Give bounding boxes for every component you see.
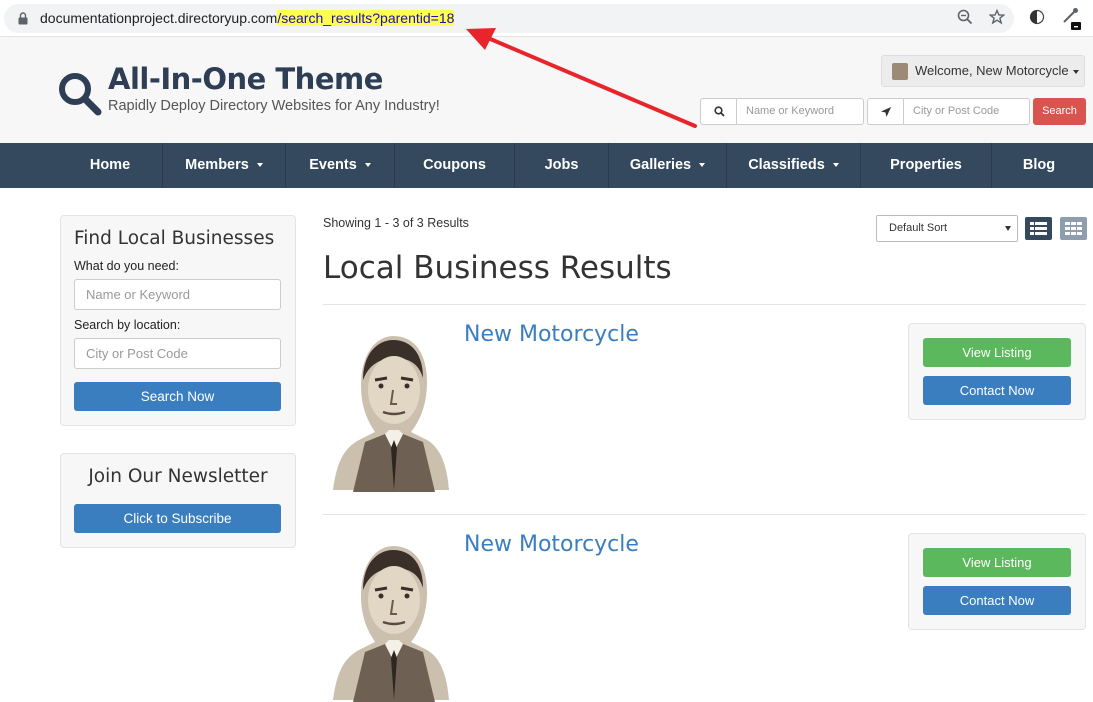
- lock-icon: [18, 12, 28, 25]
- dark-mode-extension-icon[interactable]: [1029, 9, 1045, 25]
- subscribe-button[interactable]: Click to Subscribe: [74, 504, 281, 533]
- list-view-icon: [1030, 222, 1047, 235]
- nav-label: Members: [185, 157, 249, 173]
- chevron-down-icon: [832, 163, 839, 168]
- listing-photo[interactable]: [323, 530, 451, 702]
- nav-coupons[interactable]: Coupons: [395, 143, 514, 188]
- chevron-down-icon: [256, 163, 263, 168]
- url-base: documentationproject.directoryup.com: [40, 10, 278, 26]
- nav-label: Blog: [1022, 157, 1056, 173]
- site-tagline: Rapidly Deploy Directory Websites for An…: [108, 98, 440, 114]
- nav-galleries[interactable]: Galleries: [609, 143, 726, 188]
- welcome-dropdown[interactable]: Welcome, New Motorcycle: [881, 55, 1085, 87]
- nav-home[interactable]: Home: [60, 143, 160, 188]
- header-search-button[interactable]: Search: [1033, 98, 1086, 125]
- chevron-down-icon: [699, 163, 706, 168]
- divider: [323, 514, 1086, 515]
- find-panel-title: Find Local Businesses: [74, 228, 275, 249]
- nav-classifieds[interactable]: Classifieds: [727, 143, 860, 188]
- listing-name[interactable]: New Motorcycle: [464, 322, 639, 347]
- welcome-label: Welcome, New Motorcycle: [915, 63, 1069, 78]
- grid-view-button[interactable]: [1060, 217, 1087, 240]
- contact-now-button[interactable]: Contact Now: [923, 586, 1071, 615]
- site-header: All-In-One Theme Rapidly Deploy Director…: [0, 37, 1093, 143]
- listing-actions: View Listing Contact Now: [908, 533, 1086, 630]
- nav-label: Events: [309, 157, 357, 173]
- location-input[interactable]: City or Post Code: [74, 338, 281, 369]
- nav-properties[interactable]: Properties: [861, 143, 991, 188]
- zoom-icon[interactable]: [957, 9, 973, 25]
- newsletter-panel: Join Our Newsletter Click to Subscribe: [60, 453, 296, 548]
- nav-events[interactable]: Events: [286, 143, 394, 188]
- grid-view-icon: [1065, 222, 1082, 235]
- location-label: Search by location:: [74, 318, 181, 332]
- listing-photo[interactable]: [323, 320, 451, 492]
- url-path-highlight: /search_results?parentid=18: [277, 10, 455, 26]
- browser-address-bar: documentationproject.directoryup.com/sea…: [0, 0, 1093, 37]
- view-listing-button[interactable]: View Listing: [923, 548, 1071, 577]
- divider: [323, 304, 1086, 305]
- view-listing-button[interactable]: View Listing: [923, 338, 1071, 367]
- search-now-button[interactable]: Search Now: [74, 382, 281, 411]
- list-view-button[interactable]: [1025, 217, 1052, 240]
- nav-label: Galleries: [629, 157, 692, 173]
- url-text[interactable]: documentationproject.directoryup.com/sea…: [40, 8, 455, 28]
- search-icon: [713, 106, 725, 117]
- site-title[interactable]: All-In-One Theme: [108, 62, 383, 96]
- keyword-input[interactable]: Name or Keyword: [74, 279, 281, 310]
- keyword-search-icon-box: [700, 98, 737, 125]
- header-keyword-input[interactable]: Name or Keyword: [736, 98, 864, 125]
- avatar: [892, 63, 908, 80]
- location-icon-box: [867, 98, 904, 125]
- listing-actions: View Listing Contact Now: [908, 323, 1086, 420]
- need-label: What do you need:: [74, 259, 179, 273]
- listing-name[interactable]: New Motorcycle: [464, 532, 639, 557]
- nav-label: Home: [89, 157, 131, 173]
- find-businesses-panel: Find Local Businesses What do you need: …: [60, 215, 296, 426]
- sort-select[interactable]: Default Sort: [876, 215, 1018, 242]
- star-icon[interactable]: [989, 9, 1005, 25]
- chevron-down-icon: [364, 163, 371, 168]
- sort-value: Default Sort: [889, 222, 948, 234]
- page-title: Local Business Results: [323, 250, 672, 286]
- nav-blog[interactable]: Blog: [992, 143, 1086, 188]
- results-count: Showing 1 - 3 of 3 Results: [323, 216, 469, 230]
- nav-label: Properties: [890, 157, 962, 173]
- newsletter-title: Join Our Newsletter: [88, 466, 268, 487]
- chevron-down-icon: [1005, 226, 1011, 231]
- location-arrow-icon: [881, 106, 891, 117]
- nav-label: Classifieds: [748, 157, 825, 173]
- eyedropper-extension-icon[interactable]: [1061, 7, 1083, 31]
- main-nav: Home Members Events Coupons Jobs Galleri…: [0, 143, 1093, 188]
- nav-jobs[interactable]: Jobs: [515, 143, 608, 188]
- nav-members[interactable]: Members: [163, 143, 285, 188]
- nav-label: Coupons: [423, 157, 486, 173]
- header-location-input[interactable]: City or Post Code: [903, 98, 1030, 125]
- nav-label: Jobs: [544, 157, 579, 173]
- contact-now-button[interactable]: Contact Now: [923, 376, 1071, 405]
- chevron-down-icon: [1072, 69, 1079, 74]
- search-logo-icon: [59, 73, 102, 116]
